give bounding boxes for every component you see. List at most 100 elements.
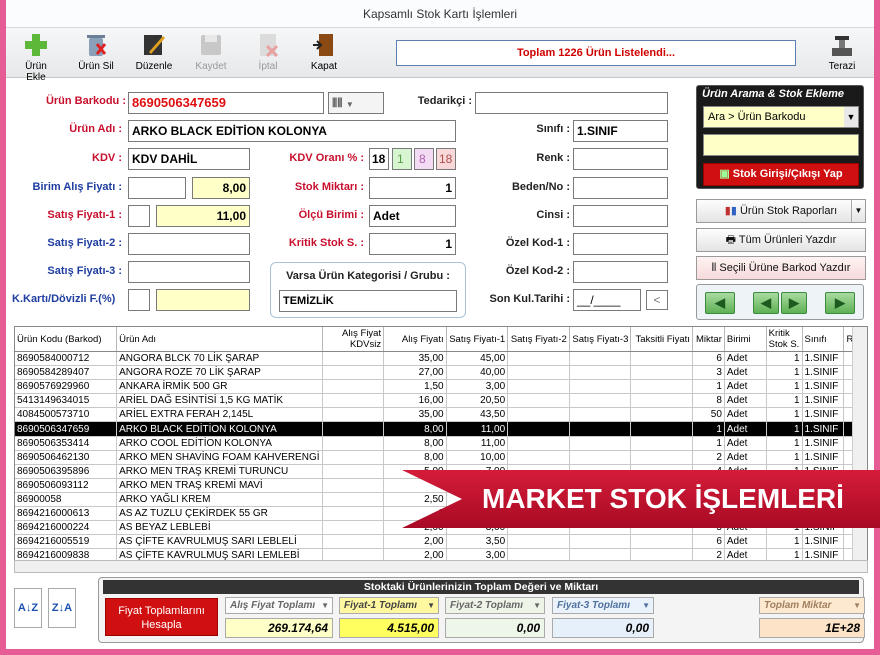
table-cell <box>322 520 385 536</box>
save-button[interactable]: Kaydet <box>191 32 231 72</box>
class-input[interactable]: 1.SINIF <box>573 120 668 142</box>
purchase-price-net-input[interactable] <box>128 177 186 199</box>
column-header[interactable]: Satış Fiyatı-3 <box>569 327 632 352</box>
column-header[interactable]: Alış Fiyat KDVsiz <box>322 327 385 352</box>
last-record-button[interactable]: ▶ <box>825 292 855 314</box>
critical-stock-input[interactable]: 1 <box>369 233 456 255</box>
table-cell <box>569 365 632 381</box>
expiry-date-input[interactable]: __/____ <box>573 289 641 311</box>
column-header[interactable]: Satış Fiyatı-2 <box>507 327 570 352</box>
table-row[interactable]: 4084500573710 ARİEL EXTRA FERAH 2,145L 35,… <box>15 407 867 423</box>
stock-reports-button[interactable]: ▮▮ Ürün Stok Raporları ▼ <box>696 199 866 223</box>
scale-button[interactable]: Terazi <box>822 32 862 72</box>
search-panel: Ürün Arama & Stok Ekleme Ara > Ürün Bark… <box>696 85 864 189</box>
table-cell: Adet <box>724 351 767 367</box>
table-row[interactable]: 8690506353414 ARKO COOL EDİTİON KOLONYA 8,… <box>15 436 867 451</box>
purchase-total-dropdown[interactable]: Alış Fiyat Toplamı ▼ <box>225 597 333 614</box>
table-cell: Adet <box>724 393 767 409</box>
type-input[interactable] <box>573 205 668 227</box>
barcode-input[interactable]: 8690506347659 <box>128 92 324 114</box>
column-header[interactable]: Birimi <box>724 327 767 352</box>
column-header[interactable]: Satış Fiyatı-1 <box>446 327 509 352</box>
table-row[interactable]: 8694216005519 AS ÇİFTE KAVRULMUŞ SARI LEB… <box>15 534 867 550</box>
horizontal-scrollbar[interactable] <box>14 560 868 573</box>
close-button[interactable]: Kapat <box>304 32 344 72</box>
kdv-input[interactable]: KDV DAHİL <box>128 148 250 170</box>
add-product-button[interactable]: Ürün Ekle <box>16 32 56 83</box>
cancel-button[interactable]: İptal <box>248 32 288 72</box>
calculate-totals-button[interactable]: Fiyat Toplamlarını Hesapla <box>105 598 218 636</box>
table-row[interactable]: 8690506347659 ARKO BLACK EDİTİON KOLONYA 8… <box>15 421 867 437</box>
delete-product-button[interactable]: Ürün Sil <box>76 32 116 72</box>
stock-quantity-label: Stok Miktarı : <box>294 181 364 193</box>
price2-total-dropdown[interactable]: Fiyat-2 Toplamı ▼ <box>445 597 545 614</box>
table-row[interactable]: 8690584000712 ANGORA BLCK 70 LİK ŞARAP 35,… <box>15 351 867 367</box>
print-barcode-button[interactable]: ⦀ Seçili Ürüne Barkod Yazdır <box>696 256 866 280</box>
sale-price-2-input[interactable] <box>128 233 250 255</box>
product-table[interactable]: Ürün Kodu (Barkod) Ürün Adı Alış Fiyat KDV… <box>14 326 868 572</box>
critical-stock-label: Kritik Stok S. : <box>288 237 364 249</box>
table-cell: 1 <box>766 407 803 423</box>
column-header[interactable]: Kritik Stok S. <box>766 327 803 352</box>
sort-descending-button[interactable]: Z↓A <box>48 588 76 628</box>
price2-total-value: 0,00 <box>445 618 545 638</box>
expiry-date-picker-button[interactable]: < <box>646 290 668 310</box>
unit-input[interactable]: Adet <box>369 205 456 227</box>
sale-price-1-percent-input[interactable] <box>128 205 150 227</box>
size-input[interactable] <box>573 177 668 199</box>
table-row[interactable]: 8690576929960 ANKARA İRMİK 500 GR 1,50 3,00… <box>15 379 867 395</box>
card-currency-b-input[interactable] <box>156 289 250 311</box>
kdv-rate-1[interactable]: 1 <box>392 148 412 170</box>
table-rows: 8690584000712 ANGORA BLCK 70 LİK ŞARAP 35,… <box>15 351 867 564</box>
stock-in-out-button[interactable]: ▣ Stok Girişi/Çıkışı Yap <box>703 163 859 186</box>
price3-total-dropdown[interactable]: Fiyat-3 Toplamı ▼ <box>552 597 654 614</box>
kdv-rate-18-alt[interactable]: 18 <box>436 148 456 170</box>
table-row[interactable]: 5413149634015 ARİEL DAĞ ESİNTİSİ 1,5 KG M… <box>15 393 867 409</box>
table-cell <box>322 393 385 409</box>
vertical-scrollbar[interactable] <box>852 327 867 571</box>
barcode-type-dropdown[interactable]: ⦀⦀ ▼ <box>328 92 384 114</box>
table-cell <box>569 379 632 395</box>
close-label: Kapat <box>310 61 338 72</box>
special-code-2-input[interactable] <box>573 261 668 283</box>
card-currency-a-input[interactable] <box>128 289 150 311</box>
quantity-total-dropdown[interactable]: Toplam Miktar ▼ <box>759 597 865 614</box>
special-code-1-input[interactable] <box>573 233 668 255</box>
kdv-rate-8[interactable]: 8 <box>414 148 434 170</box>
sale-price-3-input[interactable] <box>128 261 250 283</box>
category-input[interactable]: TEMİZLİK <box>279 290 457 312</box>
color-input[interactable] <box>573 148 668 170</box>
table-cell <box>507 393 570 409</box>
sale-price-1-label: Satış Fiyatı-1 : <box>47 209 122 221</box>
table-row[interactable]: 8690584289407 ANGORA ROZE 70 LİK ŞARAP 27,… <box>15 365 867 381</box>
table-cell <box>507 407 570 423</box>
column-header[interactable]: Taksitli Fiyatı <box>630 327 693 352</box>
column-header[interactable]: Sınıfı <box>802 327 845 352</box>
sort-ascending-button[interactable]: A↓Z <box>14 588 42 628</box>
first-record-button[interactable]: ◀ <box>705 292 735 314</box>
promo-banner: MARKET STOK İŞLEMLERİ <box>402 470 880 528</box>
column-header[interactable]: Ürün Kodu (Barkod) <box>15 327 118 352</box>
column-header[interactable]: Ürün Adı <box>116 327 323 352</box>
next-record-button[interactable]: ▶ <box>781 292 807 314</box>
column-header[interactable]: Miktar <box>692 327 725 352</box>
table-cell <box>630 450 693 465</box>
table-row[interactable]: 8690506462130 ARKO MEN SHAVİNG FOAM KAHVE… <box>15 450 867 465</box>
table-cell: AS BEYAZ LEBLEBİ <box>116 520 323 536</box>
column-header[interactable]: Alış Fiyatı <box>383 327 447 352</box>
sale-price-1-input[interactable]: 11,00 <box>156 205 250 227</box>
previous-record-button[interactable]: ◀ <box>753 292 779 314</box>
search-mode-select[interactable]: Ara > Ürün Barkodu ▼ <box>703 106 859 128</box>
stock-quantity-input[interactable]: 1 <box>369 177 456 199</box>
prev-arrow-icon: ◀ <box>761 295 771 310</box>
price1-total-dropdown[interactable]: Fiyat-1 Toplamı ▼ <box>339 597 439 614</box>
search-input[interactable] <box>703 134 859 156</box>
supplier-input[interactable] <box>475 92 668 114</box>
kdv-rate-18[interactable]: 18 <box>369 148 389 170</box>
purchase-price-input[interactable]: 8,00 <box>192 177 250 199</box>
product-name-input[interactable]: ARKO BLACK EDİTİON KOLONYA <box>128 120 456 142</box>
edit-button[interactable]: Düzenle <box>134 32 174 72</box>
purchase-price-label: Birim Alış Fiyatı : <box>32 181 122 193</box>
print-all-button[interactable]: 🖶 Tüm Ürünleri Yazdır <box>696 228 866 252</box>
table-cell <box>322 365 385 381</box>
